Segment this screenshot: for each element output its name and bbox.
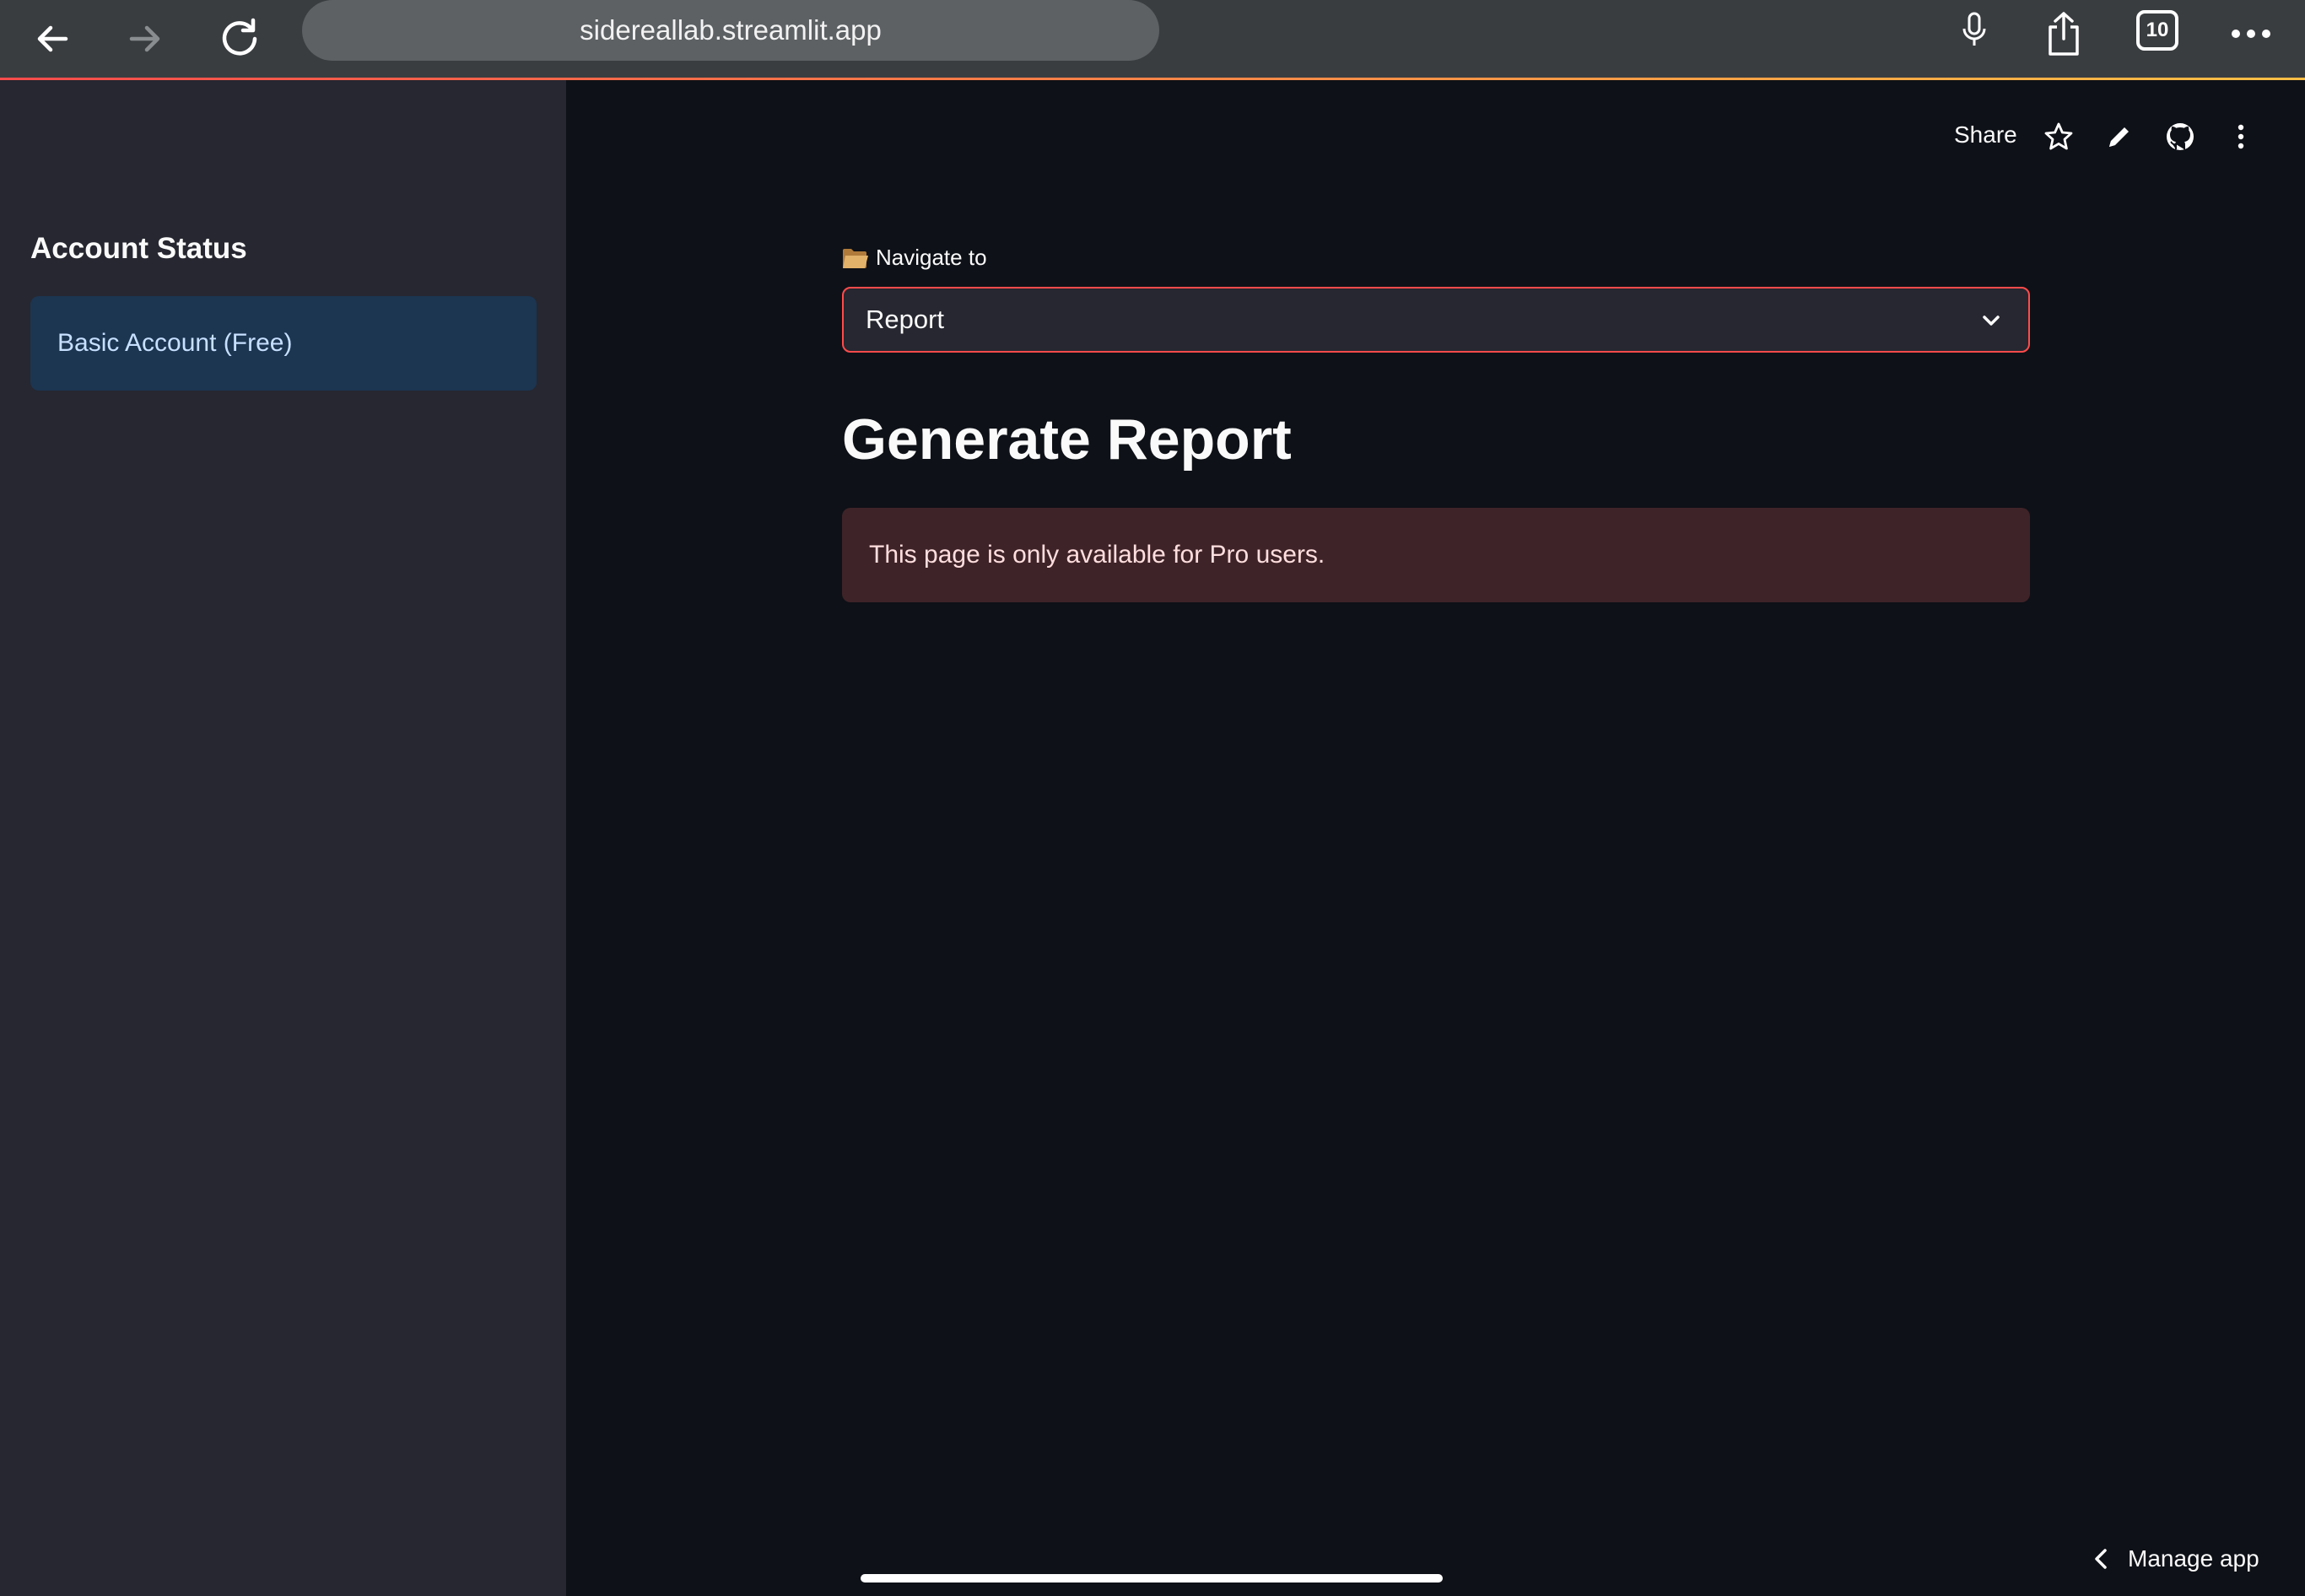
star-icon [2044,122,2073,150]
vertical-dots-icon [2238,124,2244,149]
share-page-button[interactable] [2037,7,2091,61]
sidebar-title: Account Status [30,232,247,265]
home-indicator[interactable] [861,1574,1443,1583]
forward-button[interactable] [115,8,175,69]
account-status-badge: Basic Account (Free) [30,296,537,391]
browser-toolbar: sidereallab.streamlit.app 10 [0,0,2305,80]
address-bar[interactable]: sidereallab.streamlit.app [302,0,1159,61]
page-title: Generate Report [842,407,1292,472]
tab-count: 10 [2146,19,2169,41]
reload-button[interactable] [209,8,270,69]
share-icon [2049,12,2079,56]
share-button[interactable]: Share [1954,121,2017,148]
forward-arrow-icon [129,25,160,52]
main-menu-button[interactable] [2222,118,2259,155]
navigate-label: Navigate to [842,245,987,271]
favorite-button[interactable] [2040,118,2077,155]
manage-app-label: Manage app [2128,1545,2259,1572]
more-icon [2232,30,2270,38]
tabs-button[interactable]: 10 [2136,10,2178,51]
folder-icon [842,247,869,269]
navigate-select-value: Report [866,305,945,334]
microphone-icon [1962,12,1986,46]
navigate-label-text: Navigate to [876,245,987,270]
microphone-button[interactable] [1954,10,1995,51]
sidebar: Account Status Basic Account (Free) [0,80,566,1596]
back-button[interactable] [22,8,83,69]
error-alert: This page is only available for Pro user… [842,508,2030,602]
edit-button[interactable] [2101,118,2138,155]
chevron-down-icon [1983,315,2000,326]
pencil-icon [2109,127,2129,147]
github-icon [2167,123,2194,150]
error-alert-text: This page is only available for Pro user… [869,541,1325,569]
more-button[interactable] [2224,7,2278,61]
github-button[interactable] [2162,118,2199,155]
manage-app-button[interactable]: Manage app [2092,1540,2259,1577]
back-arrow-icon [37,25,68,52]
reload-icon [222,18,257,56]
chevron-left-icon [2095,1549,2107,1569]
navigate-select[interactable]: Report [842,287,2030,353]
account-status-text: Basic Account (Free) [57,329,293,357]
url-text: sidereallab.streamlit.app [580,14,882,46]
